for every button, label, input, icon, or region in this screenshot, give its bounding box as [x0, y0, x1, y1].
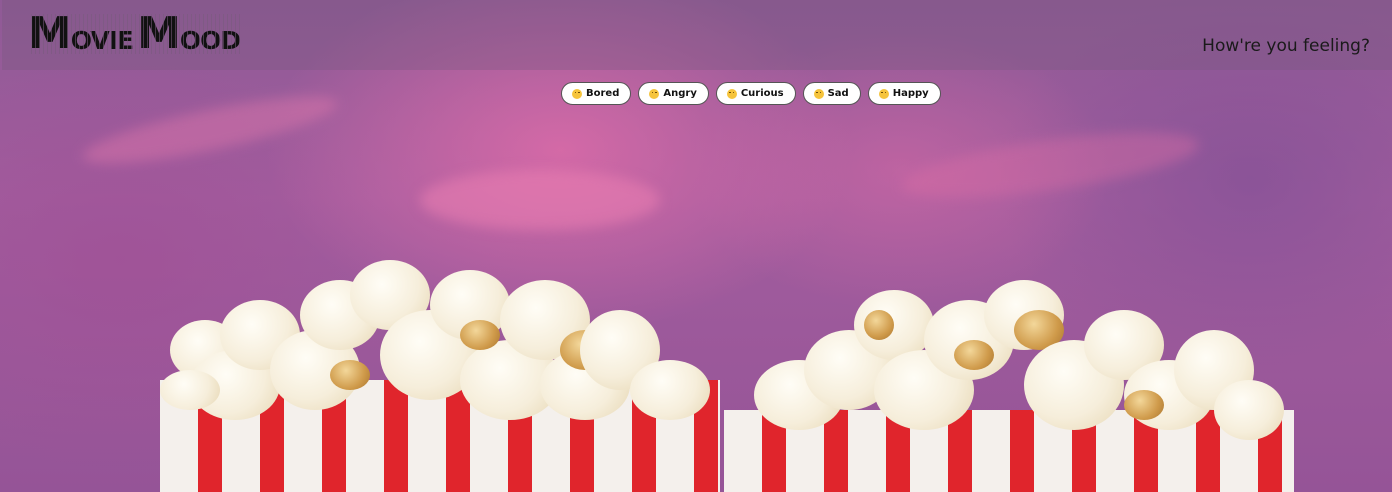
- mood-button-happy[interactable]: Happy: [867, 82, 941, 105]
- mood-label: Curious: [740, 88, 784, 99]
- popcorn-bucket-left: [160, 240, 720, 492]
- top-navbar: M OVIE M OOD How're you feeling?: [2, 0, 1392, 70]
- logo-text-ovie: OVIE: [70, 26, 134, 55]
- popcorn-bucket-right: [724, 270, 1294, 492]
- mood-button-angry[interactable]: Angry: [638, 82, 709, 105]
- mood-button-group: Bored Angry Curious Sad Happy: [561, 82, 941, 105]
- mood-button-sad[interactable]: Sad: [802, 82, 861, 105]
- happy-face-icon: [878, 88, 889, 99]
- sad-face-icon: [813, 88, 824, 99]
- header-tagline: How're you feeling?: [1202, 36, 1370, 56]
- mood-label: Angry: [663, 88, 697, 99]
- logo-text-ood: OOD: [179, 26, 241, 55]
- mood-label: Bored: [586, 88, 620, 99]
- mood-button-curious[interactable]: Curious: [715, 82, 796, 105]
- logo-letter-m1: M: [28, 8, 72, 59]
- mood-label: Sad: [827, 88, 849, 99]
- angry-face-icon: [649, 88, 660, 99]
- moviemood-logo[interactable]: M OVIE M OOD: [28, 8, 241, 59]
- unamused-face-icon: [572, 88, 582, 99]
- logo-letter-m2: M: [137, 8, 181, 59]
- mood-label: Happy: [892, 88, 929, 99]
- mood-button-bored[interactable]: Bored: [561, 82, 632, 105]
- thinking-face-icon: [726, 88, 737, 99]
